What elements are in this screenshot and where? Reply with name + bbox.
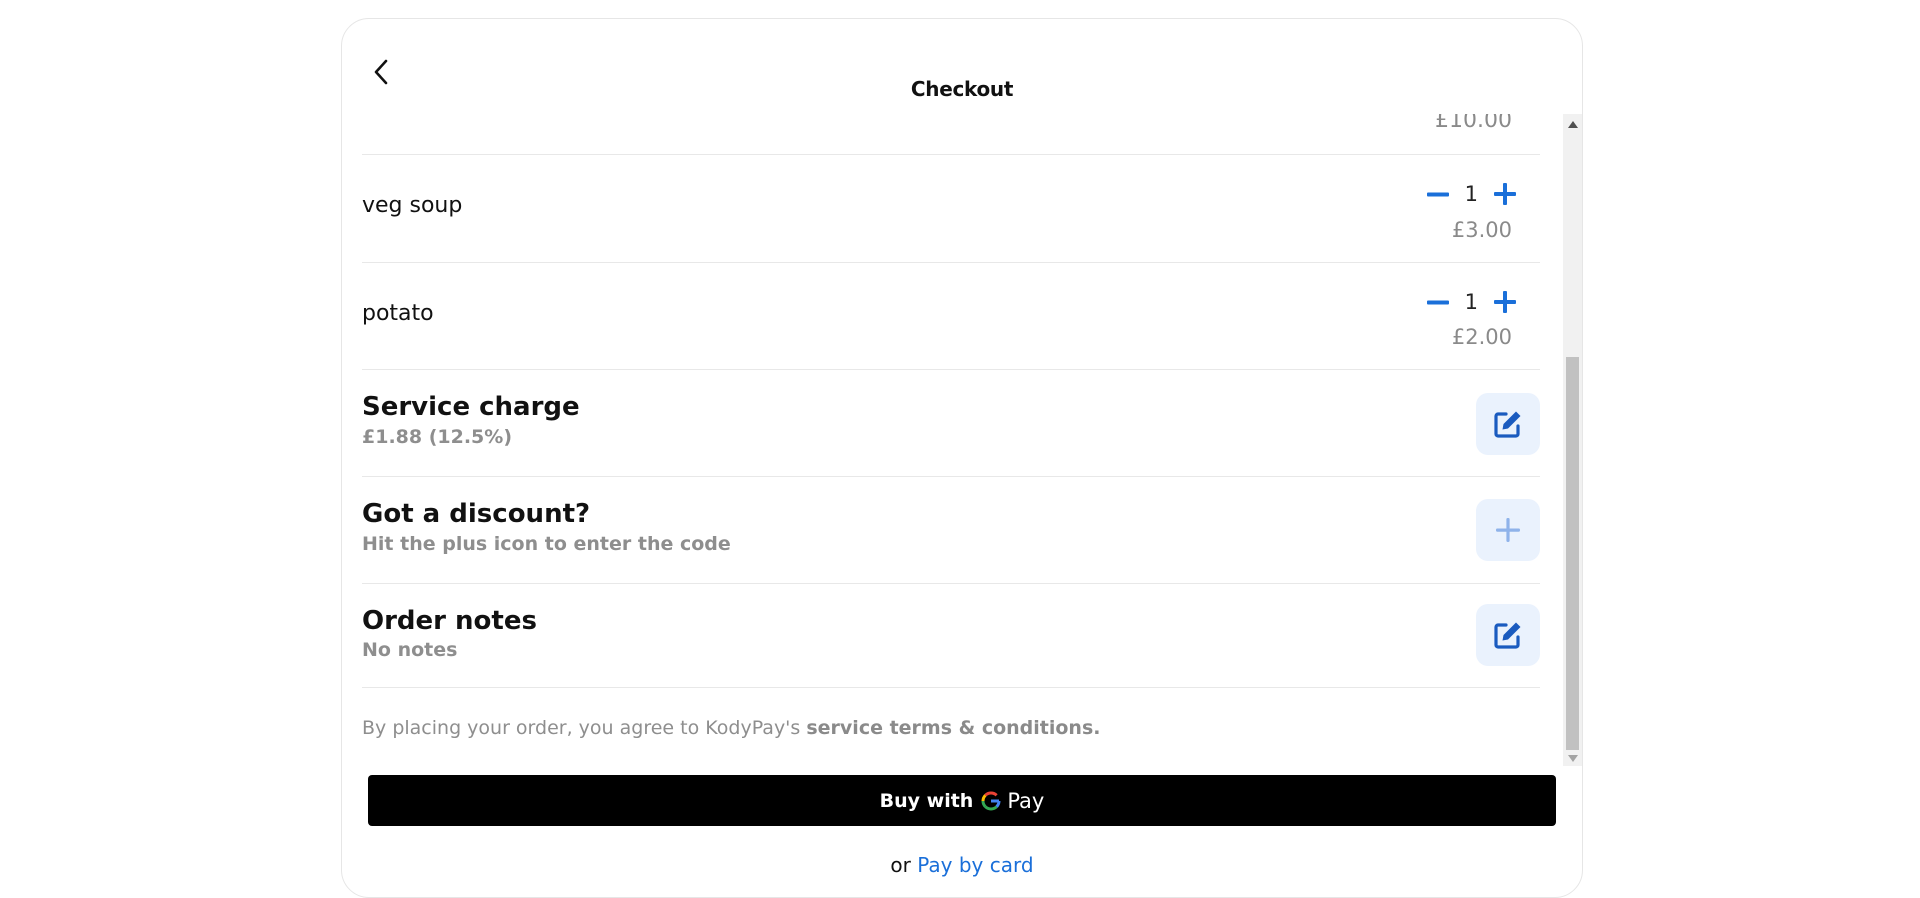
service-charge-title: Service charge [362,392,580,422]
decrease-button[interactable] [1425,181,1451,207]
gpay-prefix: Buy with [879,789,974,812]
google-pay-button[interactable]: Buy with Pay [368,775,1556,826]
discount-row: Got a discount? Hit the plus icon to ent… [362,477,1540,584]
order-notes-title: Order notes [362,606,537,636]
google-g-icon [981,791,1001,811]
edit-order-notes-button[interactable] [1476,604,1540,666]
add-discount-button[interactable] [1476,499,1540,561]
quantity-value: 1 [1464,290,1478,314]
discount-title: Got a discount? [362,499,591,529]
terms-link[interactable]: service terms & conditions. [806,717,1100,739]
triangle-up-icon [1567,120,1578,128]
scrollbar-thumb[interactable] [1566,357,1579,750]
increase-button[interactable] [1492,289,1518,315]
page-title: Checkout [910,77,1014,101]
order-notes-value: No notes [362,639,458,661]
scrollbar[interactable] [1563,114,1582,766]
triangle-down-icon [1567,754,1578,762]
item-price: £2.00 [1451,325,1512,349]
gpay-brand: Pay [1007,788,1045,813]
quantity-value: 1 [1464,182,1478,206]
increase-button[interactable] [1492,181,1518,207]
minus-icon [1426,300,1449,305]
discount-subtitle: Hit the plus icon to enter the code [362,533,731,555]
item-name: potato [362,301,434,326]
item-name: veg soup [362,193,463,218]
terms-text: By placing your order, you agree to Kody… [362,717,1101,739]
terms-prefix: By placing your order, you agree to Kody… [362,717,807,739]
list-item: potato 1 £2.00 [362,263,1540,370]
minus-icon [1426,192,1449,197]
edit-service-charge-button[interactable] [1476,393,1540,455]
pay-by-card-link[interactable]: Pay by card [917,853,1033,877]
quantity-stepper: 1 [1425,289,1518,315]
scroll-up-button[interactable] [1563,116,1582,132]
checkout-scroll-area[interactable]: £10.00 veg soup 1 £3.00 potato 1 £2.00 S… [362,114,1540,764]
service-charge-value: £1.88 (12.5%) [362,426,512,448]
edit-icon [1494,411,1521,438]
plus-icon [1494,291,1516,313]
list-item: veg soup 1 £3.00 [362,155,1540,263]
checkout-card: Checkout £10.00 veg soup 1 £3.00 potato [341,18,1583,898]
list-item-partial: £10.00 [362,114,1540,155]
service-charge-row: Service charge £1.88 (12.5%) [362,370,1540,477]
plus-icon [1496,518,1520,542]
order-notes-row: Order notes No notes [362,584,1540,688]
scroll-down-button[interactable] [1563,750,1582,766]
edit-icon [1494,622,1521,649]
alternative-payment: or Pay by card [342,853,1582,877]
or-label: or [890,853,911,877]
quantity-stepper: 1 [1425,181,1518,207]
plus-icon [1494,183,1516,205]
item-price: £3.00 [1451,218,1512,242]
item-price: £10.00 [1435,114,1512,133]
decrease-button[interactable] [1425,289,1451,315]
